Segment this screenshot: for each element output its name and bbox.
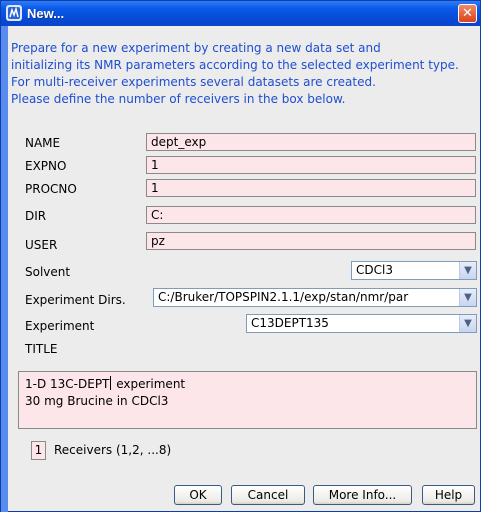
- title-line-1-end: experiment: [112, 377, 186, 391]
- more-info-button[interactable]: More Info...: [313, 485, 412, 505]
- experiment-value: C13DEPT135: [251, 316, 329, 330]
- cancel-button[interactable]: Cancel: [231, 485, 305, 505]
- intro-line: Prepare for a new experiment by creating…: [11, 41, 381, 55]
- title-textarea[interactable]: 1-D 13C-DEPT experiment 30 mg Brucine in…: [18, 371, 477, 429]
- intro-line: Please define the number of receivers in…: [11, 92, 346, 106]
- bruker-app-icon: [6, 5, 22, 21]
- title-line-1-start: 1-D 13C-DEPT: [25, 377, 110, 391]
- solvent-label: Solvent: [25, 265, 71, 279]
- name-field[interactable]: dept_exp: [146, 133, 476, 151]
- intro-text: Prepare for a new experiment by creating…: [11, 40, 476, 108]
- chevron-down-icon[interactable]: ▼: [459, 289, 476, 306]
- experiment-dirs-value: C:/Bruker/TOPSPIN2.1.1/exp/stan/nmr/par: [158, 290, 409, 304]
- title-bar[interactable]: New... ✕: [1, 1, 480, 26]
- title-line-1: 1-D 13C-DEPT experiment: [25, 376, 470, 393]
- solvent-value: CDCl3: [356, 263, 393, 277]
- chevron-down-icon[interactable]: ▼: [459, 262, 476, 279]
- intro-line: initializing its NMR parameters accordin…: [11, 58, 459, 72]
- window-left-border: [1, 26, 8, 512]
- experiment-dirs-select[interactable]: C:/Bruker/TOPSPIN2.1.1/exp/stan/nmr/par …: [153, 288, 477, 307]
- close-icon[interactable]: ✕: [458, 4, 477, 23]
- procno-label: PROCNO: [25, 182, 77, 196]
- window-title: New...: [27, 6, 65, 21]
- experiment-select[interactable]: C13DEPT135 ▼: [246, 314, 477, 333]
- experiment-label: Experiment: [25, 319, 95, 333]
- chevron-down-icon[interactable]: ▼: [459, 315, 476, 332]
- user-field[interactable]: pz: [146, 232, 476, 250]
- procno-field[interactable]: 1: [146, 179, 476, 197]
- user-label: USER: [25, 238, 58, 252]
- expno-field[interactable]: 1: [146, 156, 476, 174]
- receivers-input[interactable]: 1: [31, 441, 46, 460]
- intro-line: For multi-receiver experiments several d…: [11, 75, 376, 89]
- help-button[interactable]: Help: [422, 485, 475, 505]
- solvent-select[interactable]: CDCl3 ▼: [351, 261, 477, 280]
- experiment-dirs-label: Experiment Dirs.: [25, 293, 126, 307]
- name-label: NAME: [25, 136, 61, 150]
- receivers-label: Receivers (1,2, ...8): [54, 443, 172, 457]
- expno-label: EXPNO: [25, 159, 67, 173]
- dir-label: DIR: [25, 209, 47, 223]
- title-line-2: 30 mg Brucine in CDCl3: [25, 394, 169, 408]
- dir-field[interactable]: C:: [146, 206, 476, 224]
- title-label: TITLE: [25, 342, 58, 356]
- ok-button[interactable]: OK: [174, 485, 222, 505]
